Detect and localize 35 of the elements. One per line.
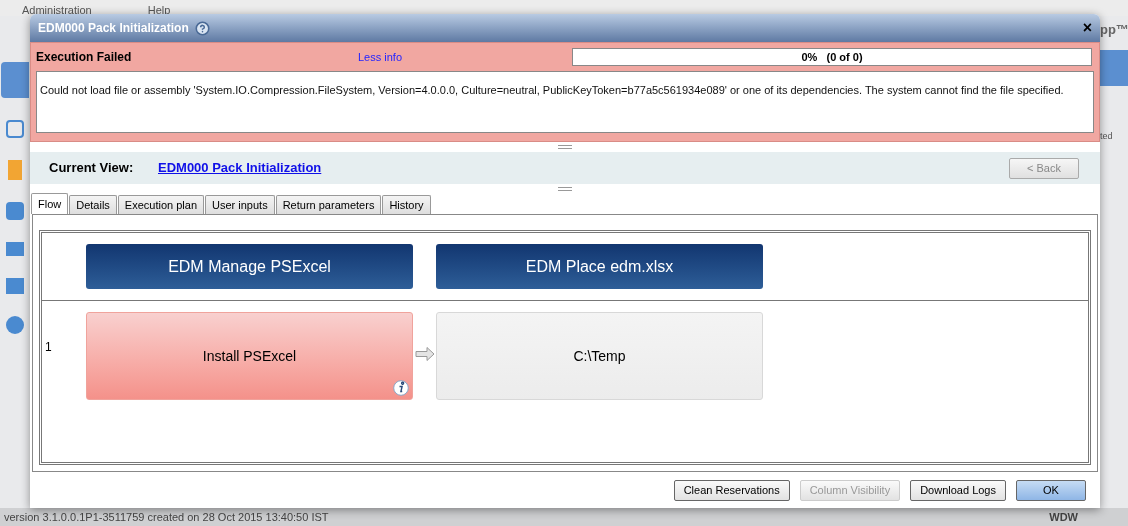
logo-text: pp™ bbox=[1100, 21, 1128, 39]
step-card[interactable]: C:\Temp bbox=[436, 312, 763, 400]
progress-label: 0% (0 of 0) bbox=[801, 49, 863, 65]
tab[interactable]: History bbox=[382, 195, 431, 214]
tab[interactable]: Execution plan bbox=[117, 195, 205, 214]
step-card[interactable]: Install PSExcel bbox=[86, 312, 413, 400]
current-view-label: Current View: bbox=[49, 159, 135, 178]
dialog-button[interactable]: Download Logs bbox=[910, 479, 1006, 501]
tab[interactable]: User inputs bbox=[205, 195, 275, 214]
stage-header: EDM Place edm.xlsx bbox=[436, 244, 763, 289]
menu-item[interactable]: Help bbox=[147, 4, 171, 16]
column-header: ted bbox=[1100, 129, 1113, 143]
dialog-button[interactable]: Clean Reservations bbox=[673, 479, 790, 501]
status-title: Execution Failed bbox=[36, 49, 133, 66]
close-button[interactable]: × bbox=[1082, 20, 1092, 36]
dialog-button[interactable]: OK bbox=[1016, 479, 1086, 501]
step-label: C:\Temp bbox=[573, 346, 626, 366]
tab[interactable]: Return parameters bbox=[275, 195, 382, 214]
help-icon[interactable] bbox=[194, 20, 210, 36]
version-text: version 3.1.0.0.1P1-3511759 created on 28 Oct 2015 13:40:50 IST bbox=[4, 509, 329, 525]
splitter-handle[interactable] bbox=[558, 186, 572, 191]
step-label: Install PSExcel bbox=[202, 346, 297, 366]
tab[interactable]: Flow bbox=[31, 193, 69, 214]
less-info-link[interactable]: Less info bbox=[358, 48, 572, 66]
menu-item[interactable]: Administration bbox=[22, 4, 92, 16]
info-icon[interactable] bbox=[393, 380, 409, 396]
error-message: Could not load file or assembly 'System.IO.Compression.FileSystem, Version=4.0.0.0, Culture=neutral, PublicKeyToken=b77a5c561934e089' or one of its dependencies. The system cannot find the file specified. bbox=[40, 84, 1064, 96]
tab[interactable]: Details bbox=[69, 195, 117, 214]
stage-header: EDM Manage PSExcel bbox=[86, 244, 413, 289]
row-number: 1 bbox=[44, 339, 53, 356]
user-name: WDW bbox=[1049, 509, 1078, 525]
splitter-handle[interactable] bbox=[558, 145, 572, 149]
arrow-icon bbox=[414, 347, 435, 361]
window-title: EDM000 Pack Initialization bbox=[38, 20, 189, 37]
current-view-link[interactable]: EDM000 Pack Initialization bbox=[158, 158, 322, 178]
